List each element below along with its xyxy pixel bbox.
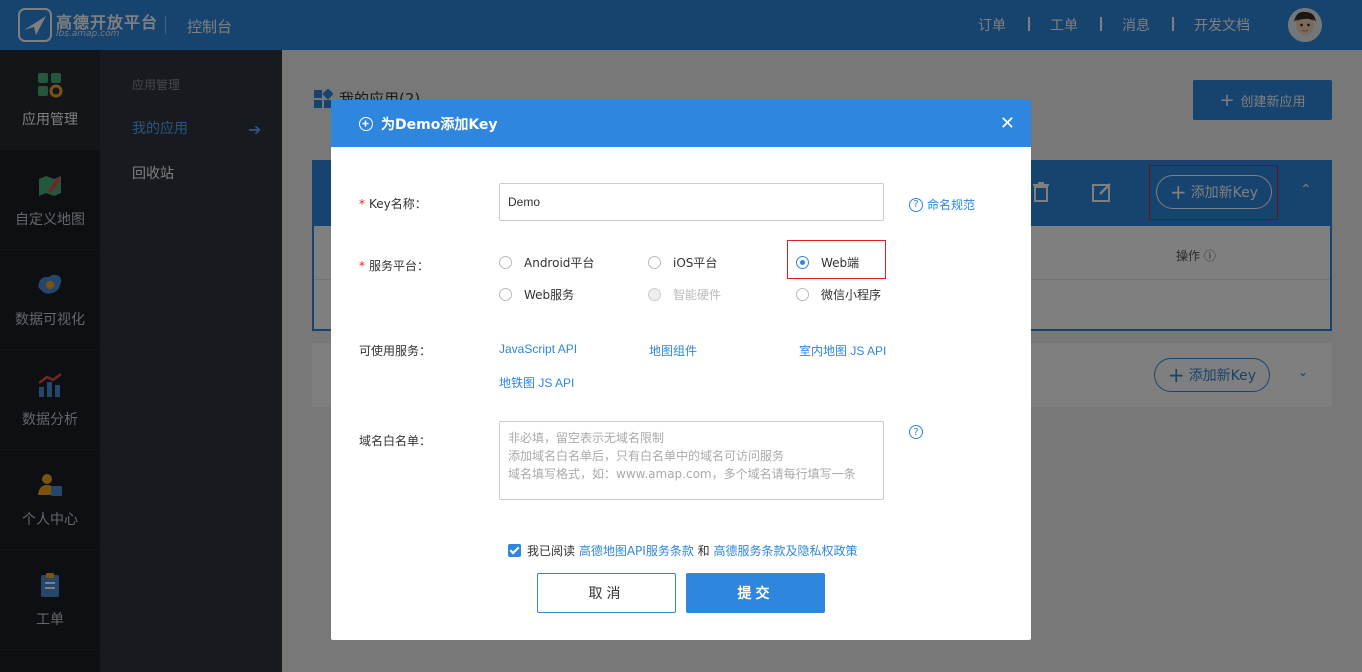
submit-button[interactable]: 提交 — [686, 573, 825, 613]
dialog-header: 为Demo添加Key ✕ — [331, 100, 1031, 147]
question-icon: ? — [909, 425, 923, 439]
placeholder-line: 域名填写格式，如：www.amap.com，多个域名请每行填写一条 — [508, 467, 856, 481]
radio-dot — [499, 288, 512, 301]
radio-smart-hardware: 智能硬件 — [648, 286, 721, 303]
service-javascript-api[interactable]: JavaScript API — [499, 342, 577, 356]
radio-label: iOS平台 — [673, 256, 718, 270]
cancel-button[interactable]: 取消 — [537, 573, 676, 613]
platform-label-text: 服务平台： — [369, 259, 430, 273]
placeholder-line: 添加域名白名单后，只有白名单中的域名可访问服务 — [508, 449, 785, 463]
privacy-policy-link[interactable]: 高德服务条款及隐私权政策 — [714, 542, 858, 559]
placeholder-line: 非必填，留空表示无域名限制 — [508, 431, 665, 445]
agree-checkbox[interactable] — [508, 544, 521, 557]
question-icon: ? — [909, 197, 923, 212]
services-label: 可使用服务： — [359, 344, 432, 358]
radio-label: Web服务 — [524, 288, 575, 302]
agree-and: 和 — [697, 544, 710, 558]
key-name-label: * Key名称： — [359, 197, 427, 211]
radio-label: Android平台 — [524, 256, 595, 270]
naming-rules-text: 命名规范 — [927, 198, 976, 212]
key-name-input[interactable]: Demo — [499, 183, 884, 221]
close-icon[interactable]: ✕ — [1000, 113, 1015, 134]
radio-wechat-mini[interactable]: 微信小程序 — [796, 286, 881, 303]
key-name-label-text: Key名称： — [369, 197, 427, 211]
highlight-box — [787, 240, 886, 279]
radio-dot — [648, 256, 661, 269]
whitelist-label: 域名白名单： — [359, 434, 432, 448]
platform-label: * 服务平台： — [359, 259, 430, 273]
whitelist-help[interactable]: ? — [909, 425, 927, 439]
amap-api-terms-link[interactable]: 高德地图API服务条款 — [579, 542, 694, 559]
radio-dot — [796, 288, 809, 301]
agreement-row: 我已阅读 高德地图API服务条款 和 高德服务条款及隐私权政策 — [508, 542, 858, 559]
naming-rules-link[interactable]: ? 命名规范 — [909, 196, 975, 213]
radio-dot — [499, 256, 512, 269]
dialog-title: 为Demo添加Key — [381, 116, 498, 133]
service-subway-map[interactable]: 地铁图 JS API — [499, 374, 574, 391]
radio-label: 智能硬件 — [673, 288, 722, 302]
add-key-dialog: 为Demo添加Key ✕ * Key名称： Demo ? 命名规范 * 服务平台： … — [331, 100, 1031, 640]
service-indoor-map[interactable]: 室内地图 JS API — [799, 342, 886, 359]
radio-ios[interactable]: iOS平台 — [648, 254, 717, 271]
radio-android[interactable]: Android平台 — [499, 254, 594, 271]
radio-web-service[interactable]: Web服务 — [499, 286, 574, 303]
service-map-components[interactable]: 地图组件 — [649, 342, 697, 359]
whitelist-textarea[interactable]: 非必填，留空表示无域名限制 添加域名白名单后，只有白名单中的域名可访问服务 域名… — [499, 421, 884, 500]
radio-dot — [648, 288, 661, 301]
radio-label: 微信小程序 — [821, 288, 882, 302]
plus-circle-icon — [359, 116, 373, 131]
agree-text: 我已阅读 — [527, 544, 576, 558]
